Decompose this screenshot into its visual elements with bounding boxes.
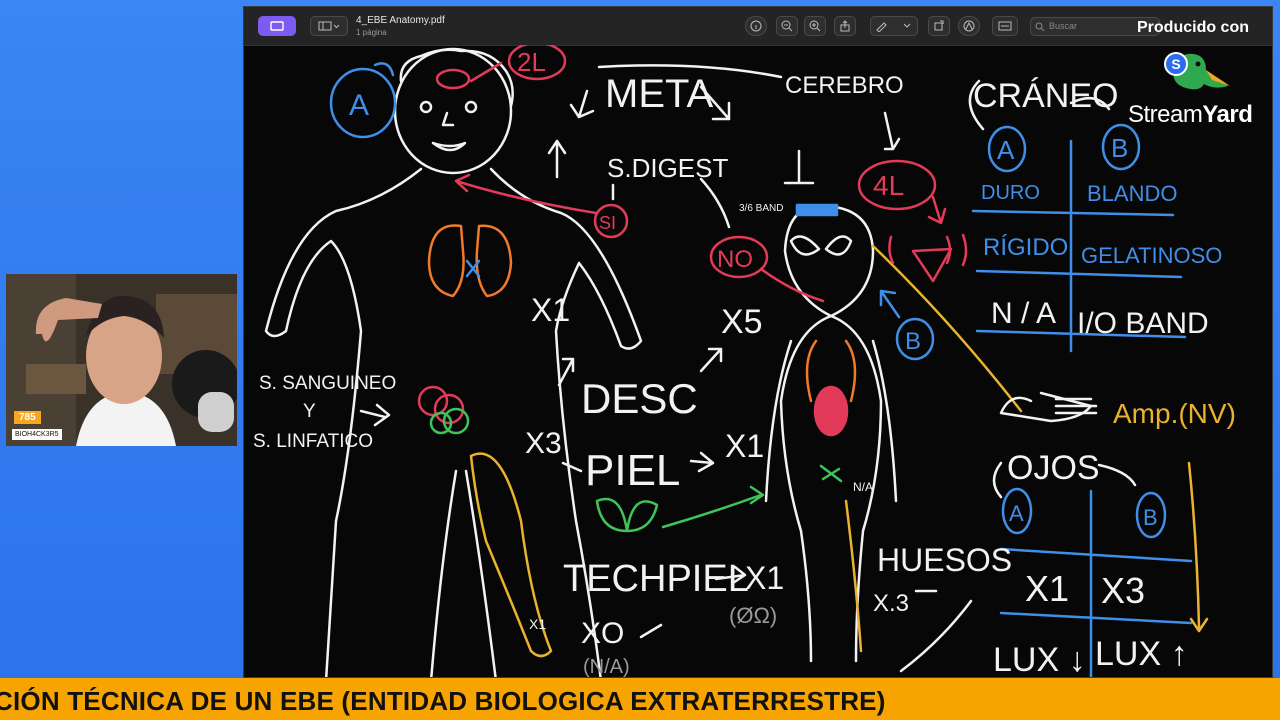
label-huesos: HUESOS [877, 542, 1012, 578]
craneo-cell: DURO [981, 182, 1040, 204]
sidebar-toggle-button[interactable] [310, 16, 348, 36]
label-piel: PIEL [585, 446, 680, 495]
form-fill-button[interactable] [992, 16, 1018, 36]
annotate-button[interactable] [958, 16, 980, 36]
info-button[interactable] [745, 16, 767, 36]
brand-part-2: Yard [1202, 101, 1253, 128]
label-x5: X5 [721, 303, 763, 341]
title-banner: CIÓN TÉCNICA DE UN EBE (ENTIDAD BIOLOGIC… [0, 678, 1280, 720]
streamyard-logo-icon: S [1164, 52, 1230, 90]
document-icon-button[interactable] [258, 16, 296, 36]
pdf-toolbar: 4_EBE Anatomy.pdf 1 página Buscar [244, 7, 1272, 46]
craneo-col-b: B [1111, 133, 1128, 163]
craneo-cell: I/O BAND [1077, 307, 1209, 340]
craneo-cell: N / A [991, 297, 1056, 330]
craneo-col-a: A [997, 135, 1015, 165]
zoom-out-icon [781, 20, 793, 32]
label-x1-body: X1 [531, 292, 570, 328]
label-x1-leg: X1 [529, 616, 546, 632]
viewer-count-badge: 785 [14, 411, 41, 424]
label-si: SI [599, 213, 616, 233]
streamyard-brand: StreamYard [1128, 101, 1253, 129]
label-a-top: A [349, 89, 369, 122]
document-title: 4_EBE Anatomy.pdf [356, 15, 445, 26]
ojos-title: OJOS [1007, 449, 1100, 487]
label-x3-huesos: X.3 [873, 590, 909, 617]
amp-arrow [1187, 461, 1209, 633]
ojos-cell: LUX ↑ [1095, 635, 1188, 673]
craneo-title: CRÁNEO [973, 77, 1118, 115]
ojos-col-a: A [1009, 501, 1024, 526]
zoom-in-icon [809, 20, 821, 32]
stream-stage: 4_EBE Anatomy.pdf 1 página Buscar A 2L M… [0, 0, 1280, 720]
search-icon [1035, 22, 1045, 32]
label-cerebro: CEREBRO [785, 72, 904, 99]
label-s-linfatico: S. LINFATICO [253, 431, 373, 452]
human-intestine [417, 385, 470, 435]
label-amp-nv: Amp.(NV) [1113, 398, 1236, 429]
ojos-cell: X1 [1025, 568, 1069, 609]
markup-pen-button[interactable] [870, 16, 918, 36]
human-lungs [427, 224, 513, 298]
craneo-cell: RÍGIDO [983, 234, 1068, 261]
label-4l: 4L [873, 170, 904, 201]
label-techpiel: TECHPIEL [563, 558, 749, 600]
pdf-viewer-window: 4_EBE Anatomy.pdf 1 página Buscar A 2L M… [243, 6, 1273, 678]
document-page-count: 1 página [356, 28, 387, 37]
label-na-diag: N/A [853, 480, 873, 494]
label-no: NO [717, 246, 753, 273]
label-x0: XO [581, 617, 624, 650]
label-2l: 2L [517, 47, 546, 77]
whiteboard-drawing: A 2L META CEREBRO S.DIGEST SI NO 3/6 BAN… [253, 45, 1236, 677]
label-s-digest: S.DIGEST [607, 153, 728, 183]
zoom-out-button[interactable] [776, 16, 798, 36]
label-desc: DESC [581, 375, 698, 422]
ojos-cell: LUX ↓ [993, 641, 1086, 677]
share-button[interactable] [834, 16, 856, 36]
zoom-in-button[interactable] [804, 16, 826, 36]
streamyard-logo-letter: S [1171, 56, 1180, 72]
label-x1-tech: X1 [745, 560, 784, 596]
label-b-mid: B [905, 328, 921, 355]
ojos-col-b: B [1143, 505, 1158, 530]
brand-part-1: Stream [1128, 101, 1203, 128]
label-meta: META [605, 72, 713, 116]
label-omega: (ØΩ) [729, 603, 777, 628]
info-icon [750, 20, 762, 32]
craneo-cell: BLANDO [1087, 181, 1177, 206]
annotate-icon [963, 20, 975, 32]
label-x3-piel: X3 [525, 427, 562, 460]
label-s-sanguineo: S. SANGUINEO [259, 373, 396, 394]
share-icon [840, 20, 850, 32]
label-na-small: (N/A) [583, 656, 630, 677]
label-y: Y [303, 401, 316, 422]
pen-icon [876, 22, 911, 32]
sidebar-icon [318, 21, 340, 31]
document-icon [270, 21, 284, 31]
label-x1-piel: X1 [725, 428, 764, 464]
craneo-cell: GELATINOSO [1081, 243, 1222, 268]
channel-name-tag: BIOH4CK3R5 [12, 429, 62, 440]
label-band-small: 3/6 BAND [739, 203, 783, 214]
ojos-cell: X3 [1101, 570, 1145, 611]
banner-title: CIÓN TÉCNICA DE UN EBE (ENTIDAD BIOLOGIC… [0, 686, 886, 716]
produced-with-label: Producido con [1137, 19, 1249, 36]
whiteboard-labels: A 2L META CEREBRO S.DIGEST SI NO 3/6 BAN… [253, 47, 1236, 677]
rotate-icon [934, 20, 944, 31]
rotate-button[interactable] [928, 16, 950, 36]
form-icon [998, 21, 1012, 31]
